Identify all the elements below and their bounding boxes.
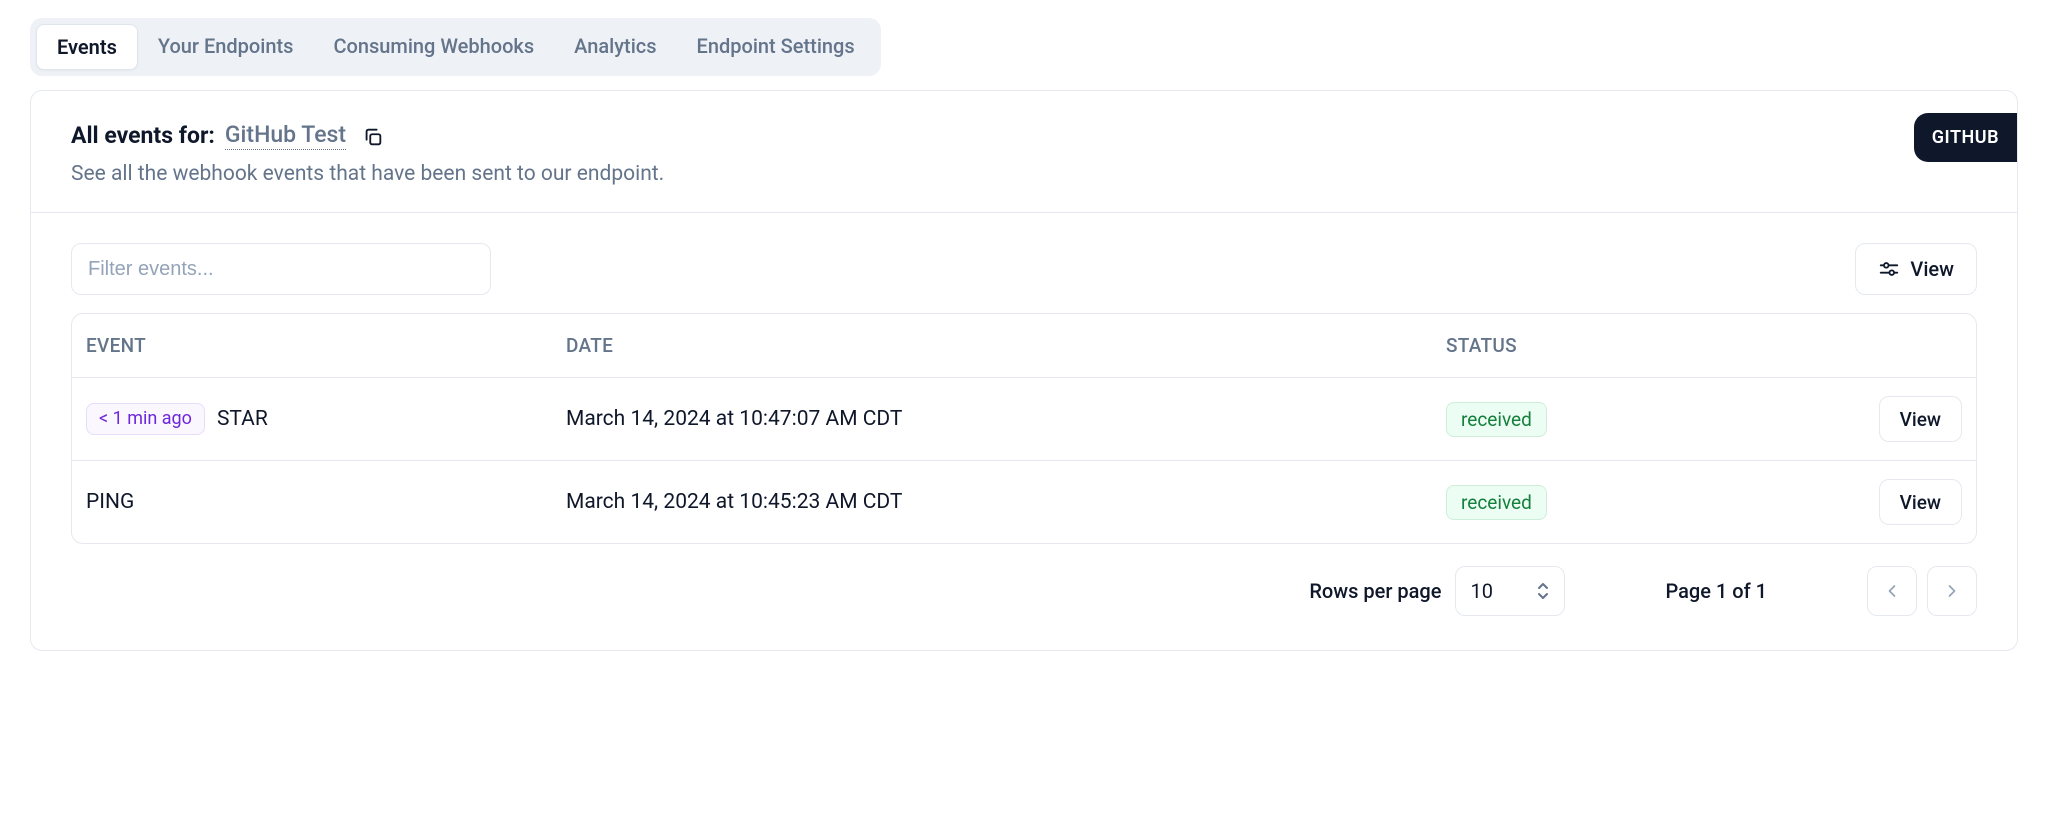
view-event-button[interactable]: View [1879, 396, 1962, 442]
toolbar: View [31, 213, 2017, 313]
tab-events[interactable]: Events [36, 24, 138, 70]
tabstrip: Events Your Endpoints Consuming Webhooks… [30, 18, 881, 76]
status-badge: received [1446, 402, 1547, 437]
recent-time-pill: < 1 min ago [86, 403, 205, 435]
column-header-date: DATE [552, 314, 1432, 378]
event-date: March 14, 2024 at 10:47:07 AM CDT [552, 378, 1432, 461]
events-panel: GITHUB All events for: GitHub Test See a… [30, 90, 2018, 651]
next-page-button[interactable] [1927, 566, 1977, 616]
copy-icon[interactable] [362, 126, 382, 146]
chevron-up-down-icon [1536, 582, 1550, 600]
pagination: Rows per page 10 Page 1 of 1 [31, 544, 2017, 650]
source-name-link[interactable]: GitHub Test [225, 121, 346, 150]
table-row: PING March 14, 2024 at 10:45:23 AM CDT r… [72, 461, 1976, 544]
event-name: STAR [217, 407, 268, 431]
column-header-event: EVENT [72, 314, 552, 378]
tab-analytics[interactable]: Analytics [554, 24, 676, 70]
page-info: Page 1 of 1 [1665, 579, 1767, 603]
view-event-button[interactable]: View [1879, 479, 1962, 525]
page-subtitle: See all the webhook events that have bee… [71, 162, 1977, 186]
rows-per-page-label: Rows per page [1309, 579, 1441, 603]
chevron-right-icon [1942, 581, 1962, 601]
page-title-prefix: All events for: [71, 122, 215, 149]
source-badge: GITHUB [1914, 113, 2017, 162]
tab-consuming-webhooks[interactable]: Consuming Webhooks [313, 24, 554, 70]
panel-header: All events for: GitHub Test See all the … [31, 91, 2017, 213]
events-table: EVENT DATE STATUS < 1 min ago STAR [71, 313, 1977, 544]
chevron-left-icon [1882, 581, 1902, 601]
table-row: < 1 min ago STAR March 14, 2024 at 10:47… [72, 378, 1976, 461]
rows-per-page-value: 10 [1470, 579, 1492, 603]
view-options-button[interactable]: View [1855, 243, 1977, 295]
prev-page-button[interactable] [1867, 566, 1917, 616]
filter-input[interactable] [71, 243, 491, 295]
tab-your-endpoints[interactable]: Your Endpoints [138, 24, 314, 70]
tab-endpoint-settings[interactable]: Endpoint Settings [677, 24, 875, 70]
event-date: March 14, 2024 at 10:45:23 AM CDT [552, 461, 1432, 544]
status-badge: received [1446, 485, 1547, 520]
event-name: PING [86, 490, 134, 514]
column-header-status: STATUS [1432, 314, 1712, 378]
view-options-label: View [1910, 257, 1954, 281]
sliders-icon [1878, 258, 1900, 280]
rows-per-page-select[interactable]: 10 [1455, 566, 1565, 616]
